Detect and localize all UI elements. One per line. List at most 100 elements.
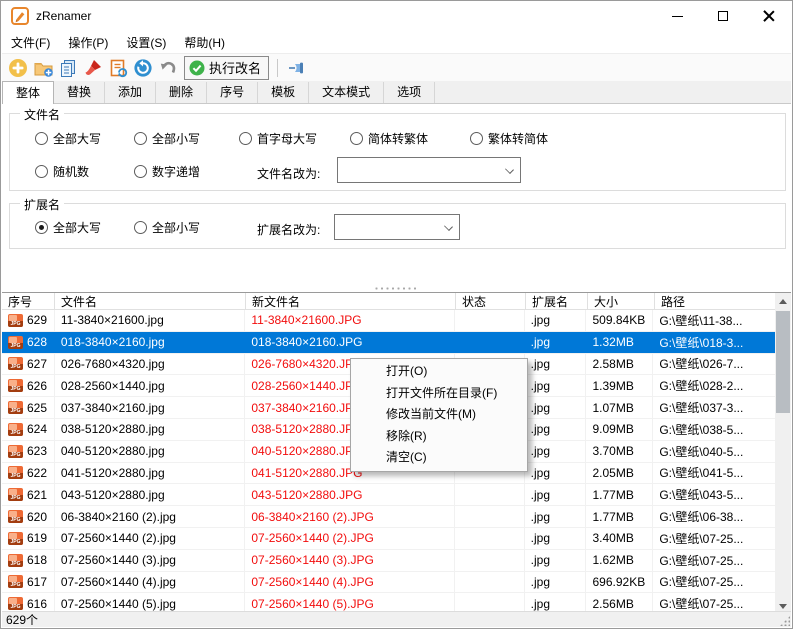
cell-path: G:\壁纸\07-25... [659, 553, 744, 568]
tab-template[interactable]: 模板 [258, 82, 310, 103]
resize-grip[interactable] [780, 616, 790, 626]
radio-capitalize[interactable]: 首字母大写 [239, 130, 317, 147]
cell-status [455, 571, 525, 593]
jpg-file-icon: JPG [8, 488, 23, 502]
radio-increment-number[interactable]: 数字递增 [134, 163, 200, 180]
cell-index: JPG 627 [2, 353, 55, 375]
extension-rename-combobox[interactable] [334, 214, 460, 240]
tab-delete[interactable]: 删除 [156, 82, 208, 103]
table-row[interactable]: JPG 620 06-3840×2160 (2).jpg 06-3840×2160 (… [2, 506, 775, 528]
scrollbar-thumb[interactable] [776, 311, 790, 413]
table-row[interactable]: JPG 617 07-2560×1440 (4).jpg 07-2560×1440 (… [2, 571, 775, 594]
cell-size: 9.09MB [586, 418, 654, 440]
radio-random-number[interactable]: 随机数 [35, 163, 89, 180]
column-header-path[interactable]: 路径 [655, 293, 777, 309]
cell-extension: .jpg [525, 527, 587, 549]
maximize-button[interactable] [700, 1, 746, 31]
jpg-file-icon: JPG [8, 335, 23, 349]
context-menu-open[interactable]: 打开(O) [351, 361, 527, 383]
radio-ext-lowercase[interactable]: 全部小写 [134, 219, 200, 236]
cell-index: JPG 621 [2, 484, 55, 506]
cell-new-filename: 07-2560×1440 (3).JPG [245, 549, 455, 571]
clear-list-button[interactable] [82, 57, 104, 79]
radio-label: 随机数 [53, 165, 90, 179]
cell-index: JPG 623 [2, 440, 55, 462]
cell-index: JPG 625 [2, 397, 55, 418]
cell-path: G:\壁纸\026-7... [659, 357, 744, 372]
title-bar: zRenamer [1, 1, 792, 31]
column-header-extension[interactable]: 扩展名 [526, 293, 588, 309]
refresh-button[interactable] [132, 57, 154, 79]
column-header-new-filename[interactable]: 新文件名 [246, 293, 456, 309]
cell-new-filename: 018-3840×2160.JPG [245, 331, 455, 353]
table-row[interactable]: JPG 619 07-2560×1440 (2).jpg 07-2560×1440 (… [2, 527, 775, 550]
extension-groupbox: 扩展名 全部大写 全部小写 扩展名改为: [9, 196, 786, 249]
toolbar-separator [277, 58, 279, 77]
copy-list-button[interactable] [57, 57, 79, 79]
jpg-file-icon: JPG [8, 575, 23, 589]
radio-ext-uppercase[interactable]: 全部大写 [35, 219, 101, 236]
context-menu-edit-current[interactable]: 修改当前文件(M) [351, 404, 527, 426]
context-menu-remove[interactable]: 移除(R) [351, 426, 527, 448]
table-row[interactable]: JPG 629 11-3840×21600.jpg 11-3840×21600.JPG… [2, 310, 775, 332]
splitter-handle-icon [374, 286, 419, 290]
triangle-down-icon [779, 603, 787, 609]
context-menu-open-folder[interactable]: 打开文件所在目录(F) [351, 383, 527, 405]
pin-button[interactable] [286, 57, 308, 79]
column-header-filename[interactable]: 文件名 [55, 293, 246, 309]
column-header-status[interactable]: 状态 [456, 293, 526, 309]
table-row[interactable]: JPG 628 018-3840×2160.jpg 018-3840×2160.JPG… [2, 331, 775, 354]
column-header-index[interactable]: 序号 [2, 293, 55, 309]
jpg-file-icon: JPG [8, 597, 23, 611]
tab-whole[interactable]: 整体 [2, 81, 55, 104]
context-menu-clear[interactable]: 清空(C) [351, 447, 527, 469]
cell-new-filename: 11-3840×21600.JPG [245, 310, 455, 331]
table-row[interactable]: JPG 621 043-5120×2880.jpg 043-5120×2880.JPG… [2, 484, 775, 507]
cell-size: 1.77MB [586, 484, 654, 506]
tab-strip: 整体 替换 添加 删除 序号 模板 文本模式 选项 [2, 81, 791, 104]
close-button[interactable] [746, 1, 792, 31]
jpg-file-icon: JPG [8, 313, 23, 327]
minimize-button[interactable] [654, 1, 700, 31]
cell-size: 1.07MB [586, 397, 654, 418]
reload-list-button[interactable] [107, 57, 129, 79]
cell-filename: 041-5120×2880.jpg [55, 462, 246, 484]
execute-rename-label: 执行改名 [209, 61, 262, 76]
window-title: zRenamer [36, 9, 92, 23]
toolbar: 执行改名 [2, 53, 791, 81]
splitter-bar[interactable] [2, 284, 791, 292]
vertical-scrollbar[interactable] [775, 293, 791, 614]
extension-rename-label: 扩展名改为: [257, 223, 321, 237]
filename-rename-label: 文件名改为: [257, 167, 321, 181]
filename-rename-combobox[interactable] [337, 157, 521, 183]
add-files-button[interactable] [7, 57, 29, 79]
column-header-size[interactable]: 大小 [588, 293, 655, 309]
menu-help[interactable]: 帮助(H) [175, 32, 234, 53]
radio-label: 全部大写 [53, 132, 102, 146]
jpg-file-icon: JPG [8, 444, 23, 458]
undo-arrow-icon [160, 61, 176, 73]
undo-button[interactable] [157, 57, 179, 79]
cell-filename: 06-3840×2160 (2).jpg [55, 506, 246, 527]
tab-add[interactable]: 添加 [105, 82, 157, 103]
tab-number[interactable]: 序号 [207, 82, 259, 103]
radio-uppercase[interactable]: 全部大写 [35, 130, 101, 147]
menu-settings[interactable]: 设置(S) [117, 32, 175, 53]
menu-file[interactable]: 文件(F) [2, 32, 59, 53]
execute-rename-button[interactable]: 执行改名 [184, 55, 270, 80]
radio-label: 数字递增 [152, 165, 201, 179]
scroll-up-button[interactable] [775, 293, 791, 309]
radio-traditional-to-simplified[interactable]: 繁体转简体 [470, 130, 548, 147]
radio-lowercase[interactable]: 全部小写 [134, 130, 200, 147]
radio-simplified-to-traditional[interactable]: 简体转繁体 [350, 130, 428, 147]
tab-options[interactable]: 选项 [384, 82, 436, 103]
cell-path: G:\壁纸\028-2... [659, 379, 744, 394]
cell-filename: 07-2560×1440 (3).jpg [55, 549, 246, 571]
tab-text-mode[interactable]: 文本模式 [309, 82, 385, 103]
cell-filename: 037-3840×2160.jpg [55, 397, 246, 418]
menu-operate[interactable]: 操作(P) [59, 32, 117, 53]
table-row[interactable]: JPG 618 07-2560×1440 (3).jpg 07-2560×1440 (… [2, 549, 775, 572]
tab-replace[interactable]: 替换 [54, 82, 106, 103]
add-folder-button[interactable] [32, 57, 54, 79]
radio-label: 全部大写 [53, 221, 102, 235]
